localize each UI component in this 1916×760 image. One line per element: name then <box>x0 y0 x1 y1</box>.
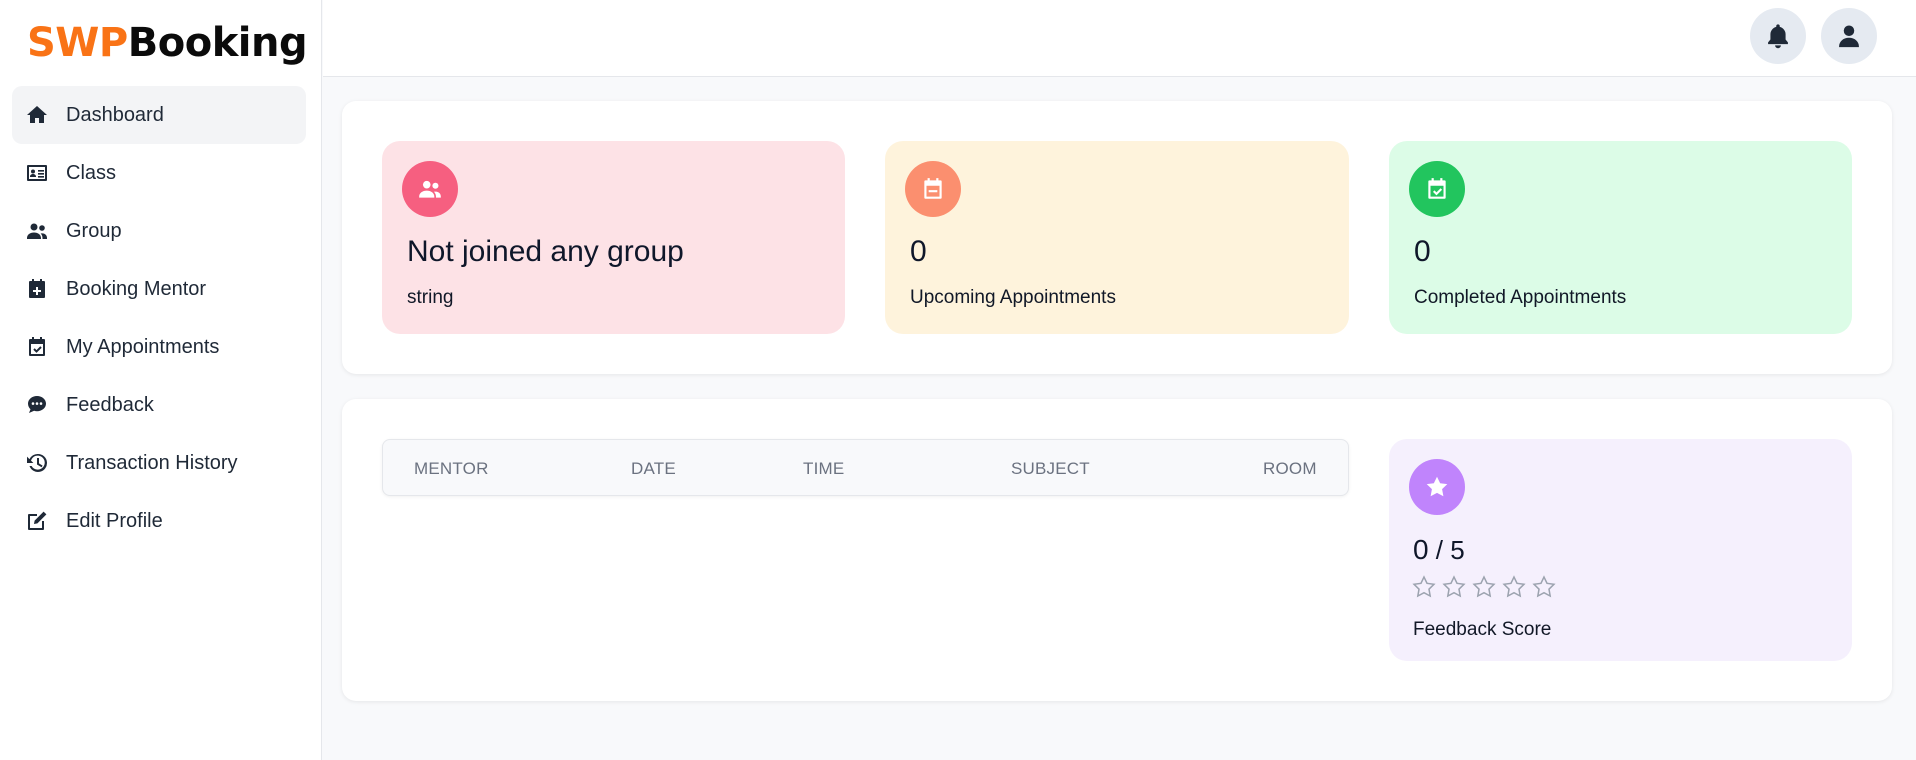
stats-panel: Not joined any group string 0 Upcoming A… <box>342 101 1892 374</box>
upcoming-card-icon-badge <box>905 161 961 217</box>
calendar-check-icon <box>24 334 50 360</box>
upcoming-appointments-label: Upcoming Appointments <box>910 287 1116 308</box>
appointments-panel: MENTOR DATE TIME SUBJECT ROOM 0 / 5 Feed… <box>342 399 1892 701</box>
sidebar-item-group[interactable]: Group <box>12 202 306 260</box>
column-header-room[interactable]: ROOM <box>1263 459 1317 479</box>
feedback-score-label: Feedback Score <box>1413 619 1552 640</box>
sidebar-item-label: Group <box>66 219 122 242</box>
column-header-date[interactable]: DATE <box>631 459 676 479</box>
sidebar-item-label: Booking Mentor <box>66 277 207 300</box>
completed-card-icon-badge <box>1409 161 1465 217</box>
column-header-mentor[interactable]: MENTOR <box>414 459 489 479</box>
feedback-card-icon-badge <box>1409 459 1465 515</box>
star-outline-icon <box>1471 574 1497 600</box>
completed-appointments-count: 0 <box>1414 235 1431 268</box>
history-icon <box>24 450 50 476</box>
user-icon <box>1839 25 1859 48</box>
upcoming-appointments-card: 0 Upcoming Appointments <box>885 141 1349 334</box>
comment-dots-icon <box>24 392 50 418</box>
star-outline-icon <box>1531 574 1557 600</box>
upcoming-appointments-count: 0 <box>910 235 927 268</box>
group-card-icon-badge <box>402 161 458 217</box>
sidebar-item-edit-profile[interactable]: Edit Profile <box>12 492 306 550</box>
profile-button[interactable] <box>1821 8 1877 64</box>
sidebar-item-label: Dashboard <box>66 103 164 126</box>
calendar-minus-icon <box>924 178 942 199</box>
sidebar-item-label: Feedback <box>66 393 154 416</box>
calendar-plus-icon <box>24 276 50 302</box>
completed-appointments-card: 0 Completed Appointments <box>1389 141 1852 334</box>
notifications-button[interactable] <box>1750 8 1806 64</box>
app: SWPBooking Dashboard Class Group Booking… <box>0 0 1916 760</box>
sidebar-item-booking-mentor[interactable]: Booking Mentor <box>12 260 306 318</box>
brand-logo-part1: SWP <box>27 20 128 66</box>
star-outline-icon <box>1411 574 1437 600</box>
bell-icon <box>1768 24 1788 49</box>
rating-stars <box>1411 574 1557 600</box>
sidebar-item-transaction-history[interactable]: Transaction History <box>12 434 306 492</box>
group-card: Not joined any group string <box>382 141 845 334</box>
users-icon <box>419 180 441 198</box>
sidebar-item-my-appointments[interactable]: My Appointments <box>12 318 306 376</box>
star-outline-icon <box>1501 574 1527 600</box>
feedback-score-separator: / <box>1428 535 1451 565</box>
brand-logo[interactable]: SWPBooking <box>27 20 308 66</box>
sidebar-item-label: Class <box>66 161 117 184</box>
feedback-score-max: 5 <box>1450 535 1465 565</box>
calendar-check-icon <box>1428 178 1446 199</box>
sidebar-item-label: Edit Profile <box>66 509 163 532</box>
sidebar-item-dashboard[interactable]: Dashboard <box>12 86 306 144</box>
feedback-score-value: 0 / 5 <box>1413 534 1465 566</box>
home-icon <box>24 102 50 128</box>
top-header <box>323 0 1916 77</box>
brand-logo-part2: Booking <box>127 20 308 66</box>
sidebar-item-class[interactable]: Class <box>12 144 306 202</box>
feedback-score-card: 0 / 5 Feedback Score <box>1389 439 1852 661</box>
id-card-icon <box>24 160 50 186</box>
group-status-title: Not joined any group <box>407 235 684 268</box>
sidebar-item-label: My Appointments <box>66 335 220 358</box>
column-header-subject[interactable]: SUBJECT <box>1011 459 1090 479</box>
completed-appointments-label: Completed Appointments <box>1414 287 1627 308</box>
column-header-time[interactable]: TIME <box>803 459 844 479</box>
star-icon <box>1426 476 1448 497</box>
sidebar: SWPBooking Dashboard Class Group Booking… <box>0 0 322 760</box>
star-outline-icon <box>1441 574 1467 600</box>
appointments-table-header: MENTOR DATE TIME SUBJECT ROOM <box>382 439 1349 496</box>
group-status-subtitle: string <box>407 287 454 308</box>
sidebar-nav: Dashboard Class Group Booking Mentor My … <box>12 86 306 550</box>
edit-icon <box>24 508 50 534</box>
sidebar-item-label: Transaction History <box>66 451 238 474</box>
users-icon <box>24 218 50 244</box>
sidebar-item-feedback[interactable]: Feedback <box>12 376 306 434</box>
feedback-score: 0 <box>1413 534 1429 565</box>
